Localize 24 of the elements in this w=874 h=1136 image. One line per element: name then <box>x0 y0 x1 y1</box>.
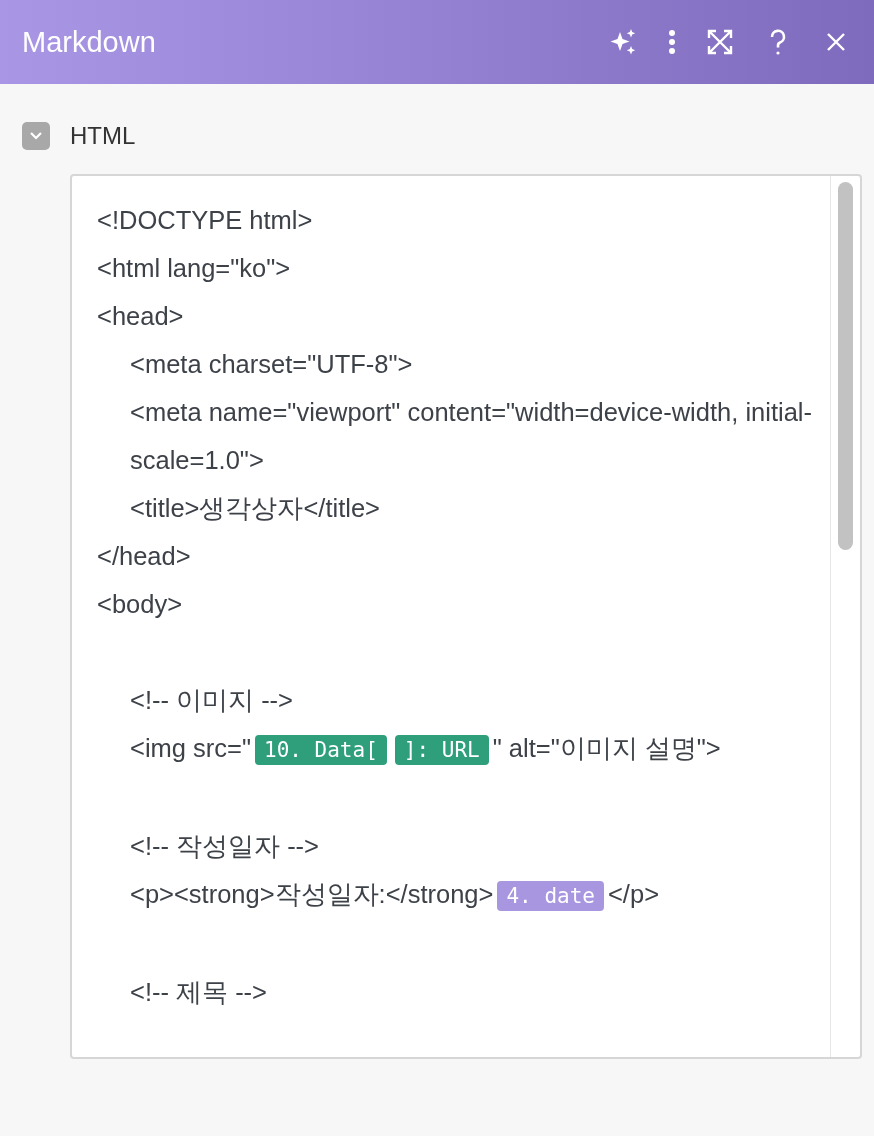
section-label: HTML <box>70 122 136 150</box>
code-text: " alt="이미지 설명"> <box>492 734 721 762</box>
code-text: <!DOCTYPE html> <box>97 206 313 234</box>
variable-tag[interactable]: 10. Data[ <box>255 735 387 765</box>
code-text: <head> <box>97 302 184 330</box>
code-text: <img src=" <box>130 734 251 762</box>
scrollbar-thumb[interactable] <box>838 182 853 550</box>
panel-title: Markdown <box>22 25 157 59</box>
variable-tag[interactable]: ]: URL <box>394 735 489 765</box>
code-text: <html lang="ko"> <box>97 254 291 282</box>
code-editor[interactable] <box>70 174 862 1059</box>
code-text: <!-- 이미지 --> <box>130 686 293 714</box>
code-text: </p> <box>607 880 660 908</box>
code-text: </head> <box>97 542 191 570</box>
code-text: <p><strong>작성일자:</strong> <box>130 880 494 908</box>
code-text: <!-- 작성일자 --> <box>130 832 319 860</box>
code-text: <meta name="viewport" content="width=device-width, initial-scale=1.0"> <box>130 398 812 474</box>
variable-tag[interactable]: 4. date <box>497 881 604 911</box>
code-text: <body> <box>97 590 183 618</box>
chevron-down-icon <box>28 131 44 141</box>
code-text: <title>생각상자</title> <box>130 494 380 522</box>
collapse-toggle[interactable] <box>22 122 50 150</box>
code-text: <meta charset="UTF-8"> <box>130 350 413 378</box>
code-text: <!-- 제목 --> <box>130 978 267 1006</box>
